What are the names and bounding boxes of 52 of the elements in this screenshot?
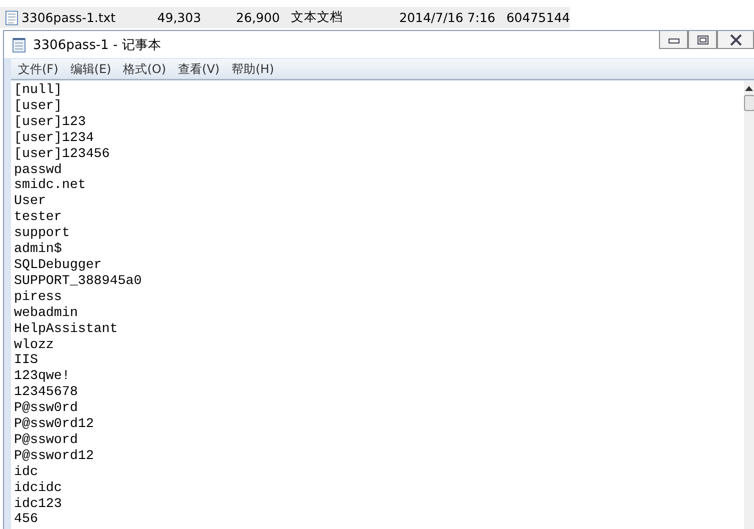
file-type: 文本文档	[290, 9, 344, 26]
file-name: 3306pass-1.txt	[21, 10, 117, 25]
text-line: [user]	[14, 98, 62, 114]
maximize-button[interactable]	[688, 31, 717, 49]
menu-item[interactable]: 格式(O)	[123, 60, 166, 78]
text-line: 456	[14, 511, 38, 528]
menu-item[interactable]: 文件(F)	[18, 60, 58, 78]
minimize-button[interactable]	[659, 31, 688, 49]
scrollbar-thumb[interactable]	[744, 95, 754, 111]
text-line: IIS	[14, 352, 38, 368]
text-line: smidc.net	[14, 177, 86, 194]
file-size: 26,900	[235, 10, 280, 25]
text-line: 12345678	[14, 384, 78, 400]
file-date: 2014/7/16 7:16	[398, 10, 496, 25]
close-button[interactable]	[717, 31, 754, 49]
text-line: tester	[14, 209, 62, 226]
text-line: [user]1234	[14, 130, 94, 146]
text-line: User	[14, 193, 46, 210]
menu-item[interactable]: 帮助(H)	[232, 60, 274, 78]
text-line: [user]123	[14, 114, 86, 130]
menu-item[interactable]: 编辑(E)	[70, 60, 112, 78]
text-line: SUPPORT_388945a0	[14, 272, 142, 289]
window-title: 3306pass-1 - 记事本	[33, 36, 161, 54]
text-line: P@ssw0rd12	[14, 416, 94, 432]
text-line: P@ssw0rd	[14, 400, 78, 416]
text-line: admin$	[14, 241, 62, 257]
text-line: wlozz	[14, 336, 54, 352]
minimize-icon	[668, 36, 680, 44]
file-list-row[interactable]: 3306pass-1.txt 49,303 26,900 文本文档 2014/7/16 7:16 60475144	[0, 7, 570, 28]
close-icon	[728, 34, 742, 46]
text-line: passwd	[14, 162, 62, 178]
maximize-icon	[696, 34, 708, 44]
vertical-scrollbar[interactable]	[744, 81, 754, 529]
text-line: HelpAssistant	[14, 320, 118, 336]
text-line: webadmin	[14, 304, 78, 321]
text-file-icon	[5, 10, 18, 26]
notepad-icon	[11, 36, 27, 52]
text-line: support	[14, 225, 70, 242]
text-line: [user]123456	[14, 146, 110, 162]
text-line: [null]	[14, 82, 62, 98]
text-line: idc	[14, 464, 38, 480]
file-number: 60475144	[506, 10, 570, 25]
text-line: idcidc	[14, 480, 62, 496]
text-line: 123qwe!	[14, 368, 70, 384]
menu-item[interactable]: 查看(V)	[178, 60, 220, 78]
text-line: idc123	[14, 496, 62, 512]
text-line: P@ssword12	[14, 448, 94, 464]
text-line: SQLDebugger	[14, 256, 102, 273]
scroll-up-icon[interactable]	[745, 86, 753, 91]
text-line: P@ssword	[14, 432, 78, 448]
file-size: 49,303	[156, 10, 202, 25]
text-line: piress	[14, 288, 62, 305]
